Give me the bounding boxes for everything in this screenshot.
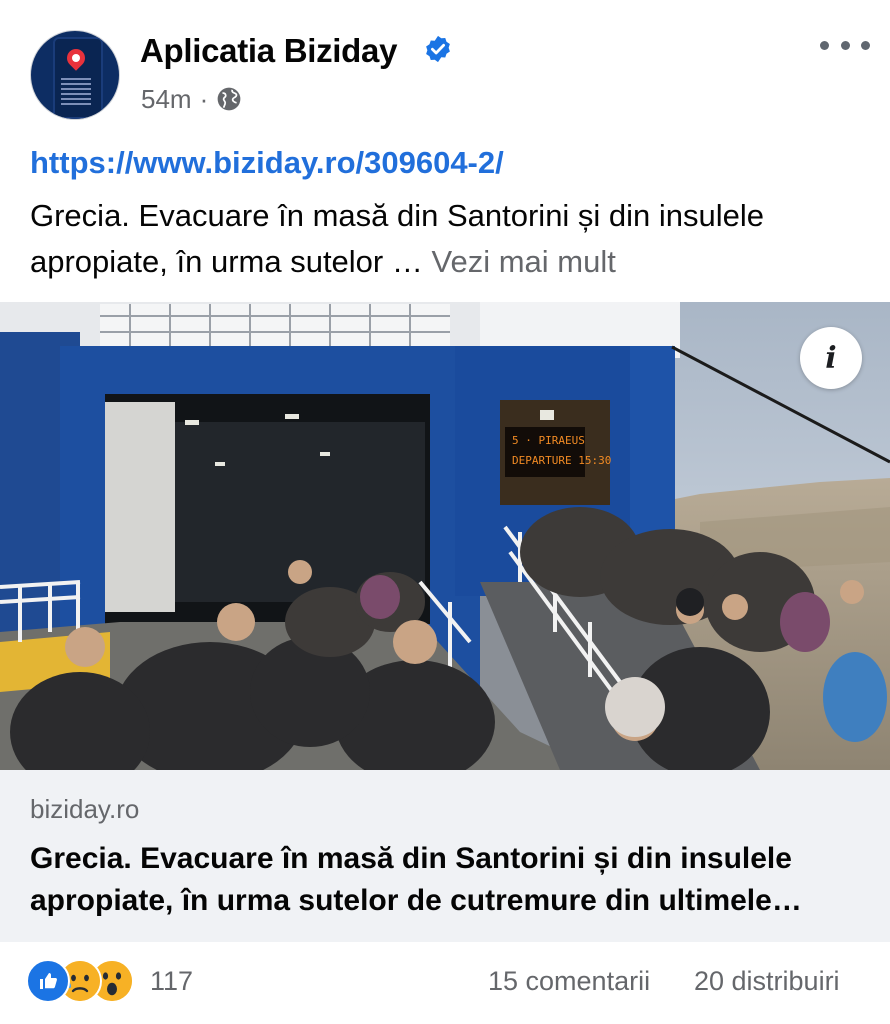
post-meta: 54m · xyxy=(141,82,242,116)
departure-sign: 5 · PIRAEUS xyxy=(512,434,585,447)
like-icon xyxy=(26,959,70,1003)
engagement-bar: 117 15 comentarii 20 distribuiri xyxy=(0,948,890,1012)
link-domain: biziday.ro xyxy=(30,794,140,824)
link-title: Grecia. Evacuare în masă din Santorini ș… xyxy=(30,842,802,917)
departure-sign-time: DEPARTURE 15:30 xyxy=(512,454,611,467)
reaction-count[interactable]: 117 xyxy=(150,966,193,997)
shares-count[interactable]: 20 distribuiri xyxy=(694,966,840,997)
more-options-icon[interactable] xyxy=(820,32,870,58)
post-photo[interactable]: 5 · PIRAEUS DEPARTURE 15:30 xyxy=(0,302,890,770)
post-header: Aplicatia Biziday 54m · xyxy=(0,0,890,140)
post-body: Grecia. Evacuare în masă din Santorini ș… xyxy=(30,198,765,279)
post-time[interactable]: 54m xyxy=(141,84,192,115)
post-text: Grecia. Evacuare în masă din Santorini ș… xyxy=(30,193,870,285)
meta-separator: · xyxy=(199,83,209,114)
post-link[interactable]: https://www.biziday.ro/309604-2/ xyxy=(30,145,504,181)
page-avatar[interactable] xyxy=(30,30,120,120)
info-icon[interactable]: i xyxy=(800,327,862,389)
ferry-boarding-photo: 5 · PIRAEUS DEPARTURE 15:30 xyxy=(0,302,890,770)
link-preview-card[interactable]: biziday.ro Grecia. Evacuare în masă din … xyxy=(0,770,890,942)
globe-icon xyxy=(217,87,241,111)
reactions-summary[interactable] xyxy=(26,959,134,1003)
see-more-link[interactable]: Vezi mai mult xyxy=(431,244,615,279)
page-name[interactable]: Aplicatia Biziday xyxy=(140,32,397,70)
comments-count[interactable]: 15 comentarii xyxy=(488,966,650,997)
verified-badge-icon xyxy=(426,35,450,63)
avatar-text-lines xyxy=(61,75,91,108)
